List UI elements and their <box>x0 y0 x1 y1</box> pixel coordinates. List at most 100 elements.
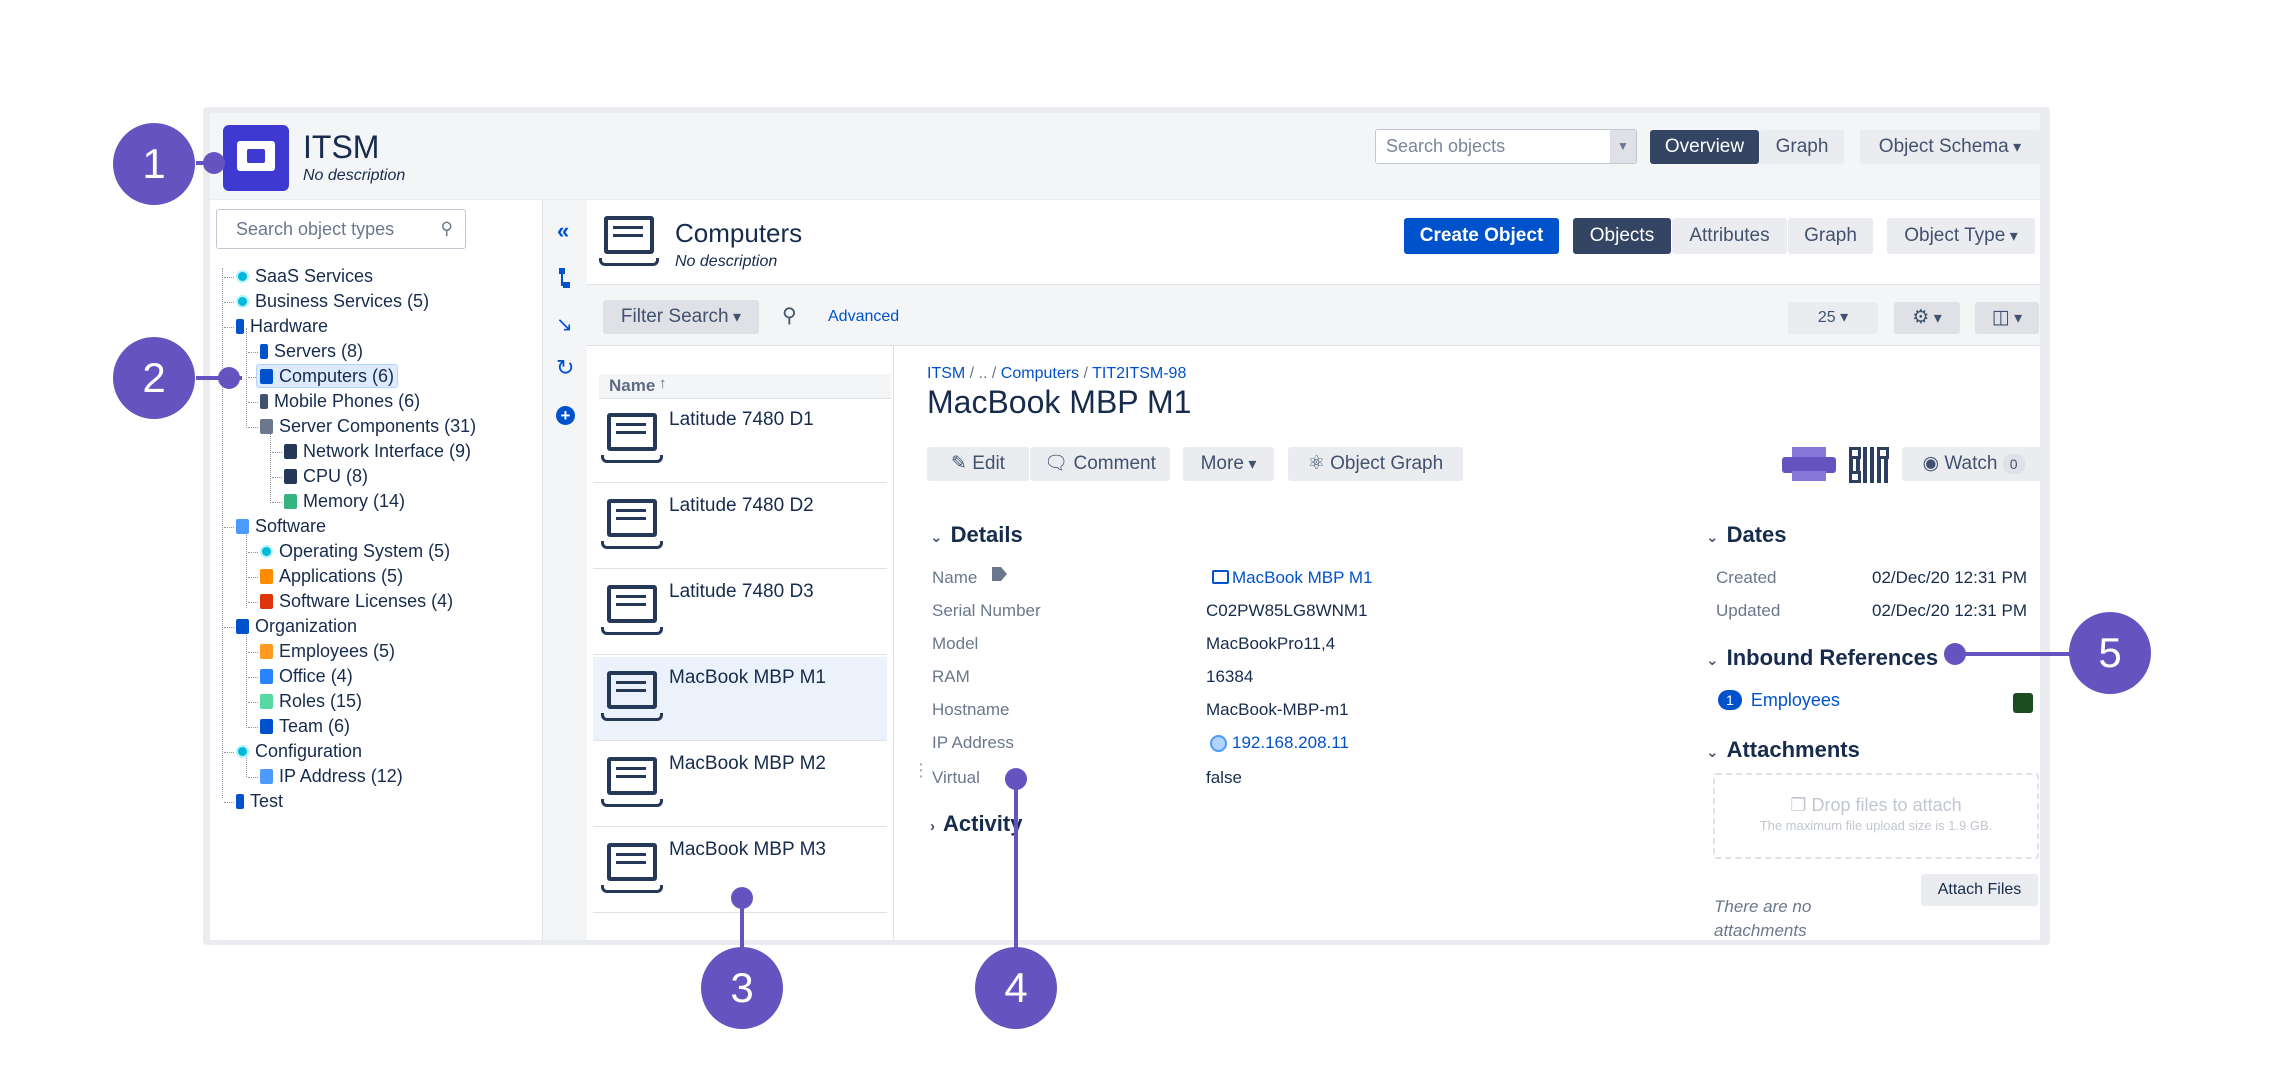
tree-item[interactable]: SaaS Services <box>236 265 373 287</box>
list-item[interactable]: Latitude 7480 D2 <box>593 485 887 569</box>
list-item-label: Latitude 7480 D2 <box>669 495 814 516</box>
comment-icon: 🗨 <box>1044 453 1069 474</box>
page-size-select[interactable]: 25 <box>1788 302 1878 334</box>
tree-item-label: Mobile Phones (6) <box>274 391 421 411</box>
drop-hint: The maximum file upload size is 1.9 GB. <box>1759 818 1993 833</box>
attribute-label: Serial Number <box>932 601 1041 620</box>
object-type-icon <box>260 419 273 434</box>
service-dot-icon <box>236 270 249 283</box>
tree-item-label: Applications (5) <box>279 566 404 586</box>
edit-button[interactable]: ✎ Edit <box>927 447 1029 481</box>
tree-item[interactable]: Software <box>236 515 326 537</box>
tree-item[interactable]: Business Services (5) <box>236 290 429 312</box>
name-column-label: Name <box>609 376 656 395</box>
tree-item[interactable]: IP Address (12) <box>260 765 403 787</box>
tree-item[interactable]: CPU (8) <box>284 465 368 487</box>
tree-item[interactable]: Roles (15) <box>260 690 362 712</box>
refresh-icon[interactable]: ↻ <box>556 355 574 381</box>
inbound-references-header[interactable]: ⌄ Inbound References <box>1706 645 1938 671</box>
tree-item[interactable]: Hardware <box>236 315 328 337</box>
watch-button[interactable]: ◉ Watch 0 <box>1902 447 2045 481</box>
callout-anchor <box>731 887 753 909</box>
tree-structure-icon[interactable] <box>558 268 570 290</box>
sidebar-tool-bar <box>542 200 588 940</box>
add-object-type-icon[interactable]: + <box>556 406 575 425</box>
tab-overview[interactable]: Overview <box>1650 130 1759 164</box>
tree-item[interactable]: Configuration <box>236 740 362 762</box>
tree-item-label: Office (4) <box>279 666 353 686</box>
details-section-header[interactable]: ⌄ Details <box>930 522 1023 548</box>
schema-logo <box>223 125 289 191</box>
attachment-drop-zone[interactable]: ❐ Drop files to attach The maximum file … <box>1713 773 2039 859</box>
tree-item[interactable]: Memory (14) <box>284 490 405 512</box>
search-object-types-input[interactable]: Search object types ⚲ <box>216 209 466 249</box>
breadcrumb-computers[interactable]: Computers <box>1001 365 1079 382</box>
tree-item-label: Server Components (31) <box>279 416 477 436</box>
tree-branch-line <box>272 502 282 503</box>
collapse-sidebar-icon[interactable]: « <box>557 218 569 244</box>
list-column-header[interactable]: Name ↑ <box>599 374 891 399</box>
tree-item[interactable]: Software Licenses (4) <box>260 590 453 612</box>
chevron-down-icon: ⌄ <box>1706 744 1719 761</box>
tree-item[interactable]: Test <box>236 790 283 812</box>
edit-label: Edit <box>972 453 1005 474</box>
breadcrumb-itsm[interactable]: ITSM <box>927 365 965 382</box>
list-item[interactable]: MacBook MBP M2 <box>593 743 887 827</box>
filter-search-button[interactable]: Filter Search <box>603 300 759 334</box>
inbound-reference-item[interactable]: 1 Employees <box>1718 690 1840 711</box>
create-object-button[interactable]: Create Object <box>1404 218 1559 254</box>
tab-graph[interactable]: Graph <box>1760 130 1844 164</box>
tree-branch-line <box>272 452 282 453</box>
tree-item[interactable]: Servers (8) <box>260 340 363 362</box>
compress-icon[interactable]: ↘ <box>556 312 573 337</box>
tree-item[interactable]: Operating System (5) <box>260 540 450 562</box>
pane-resize-handle[interactable]: ⋮ <box>912 760 930 781</box>
more-menu[interactable]: More <box>1183 447 1274 481</box>
attribute-value[interactable]: MacBook MBP M1 <box>1232 568 1372 588</box>
tree-item-label: Computers (6) <box>279 366 395 386</box>
tree-item[interactable]: Network Interface (9) <box>284 440 471 462</box>
list-item[interactable]: MacBook MBP M1 <box>593 657 887 741</box>
tab-attributes[interactable]: Attributes <box>1672 218 1787 254</box>
advanced-search-link[interactable]: Advanced <box>828 308 899 326</box>
attribute-value[interactable]: 192.168.208.11 <box>1232 733 1349 753</box>
search-objects-input[interactable]: Search objects ▼ <box>1375 129 1637 164</box>
search-objects-placeholder: Search objects <box>1386 136 1506 156</box>
search-icon[interactable]: ⚲ <box>782 303 797 328</box>
no-attachments-text: There are no attachments <box>1714 897 1812 940</box>
tree-item[interactable]: Organization <box>236 615 357 637</box>
attachments-section-header[interactable]: ⌄ Attachments <box>1706 737 1860 763</box>
search-dropdown-icon[interactable]: ▼ <box>1610 130 1636 163</box>
object-type-icon <box>260 669 273 684</box>
tree-item[interactable]: Team (6) <box>260 715 350 737</box>
activity-section-header[interactable]: › Activity <box>930 811 1022 837</box>
tree-item[interactable]: Applications (5) <box>260 565 403 587</box>
object-graph-button[interactable]: ⚛ Object Graph <box>1288 447 1463 481</box>
object-type-icon <box>284 494 297 509</box>
settings-gear-icon[interactable]: ⚙ <box>1894 302 1960 334</box>
dates-section-header[interactable]: ⌄ Dates <box>1706 522 1787 548</box>
qr-code-icon[interactable] <box>1849 447 1889 483</box>
object-schema-menu[interactable]: Object Schema <box>1860 130 2040 164</box>
tree-item[interactable]: Employees (5) <box>260 640 395 662</box>
printer-icon[interactable] <box>1782 447 1836 481</box>
updated-label: Updated <box>1716 601 1781 620</box>
tab-type-graph[interactable]: Graph <box>1788 218 1873 254</box>
breadcrumb-object-key[interactable]: TIT2ITSM-98 <box>1092 365 1186 382</box>
object-type-menu[interactable]: Object Type <box>1887 218 2035 254</box>
comment-button[interactable]: 🗨 Comment <box>1030 447 1170 481</box>
list-item[interactable]: Latitude 7480 D3 <box>593 571 887 655</box>
attach-files-button[interactable]: Attach Files <box>1921 874 2038 906</box>
tree-branch-line <box>248 577 258 578</box>
callout-1: 1 <box>113 123 195 205</box>
tree-branch-line <box>224 302 234 303</box>
tree-item[interactable]: Computers (6) <box>256 364 399 388</box>
tree-item[interactable]: Office (4) <box>260 665 353 687</box>
breadcrumb: ITSM / .. / Computers / TIT2ITSM-98 <box>927 365 1186 383</box>
list-item[interactable]: Latitude 7480 D1 <box>593 399 887 483</box>
tree-item[interactable]: Server Components (31) <box>260 415 476 437</box>
tab-objects[interactable]: Objects <box>1573 218 1671 254</box>
tree-item[interactable]: Mobile Phones (6) <box>260 390 420 412</box>
tree-branch-line <box>248 352 258 353</box>
view-mode-icon[interactable]: ◫ <box>1975 302 2039 334</box>
